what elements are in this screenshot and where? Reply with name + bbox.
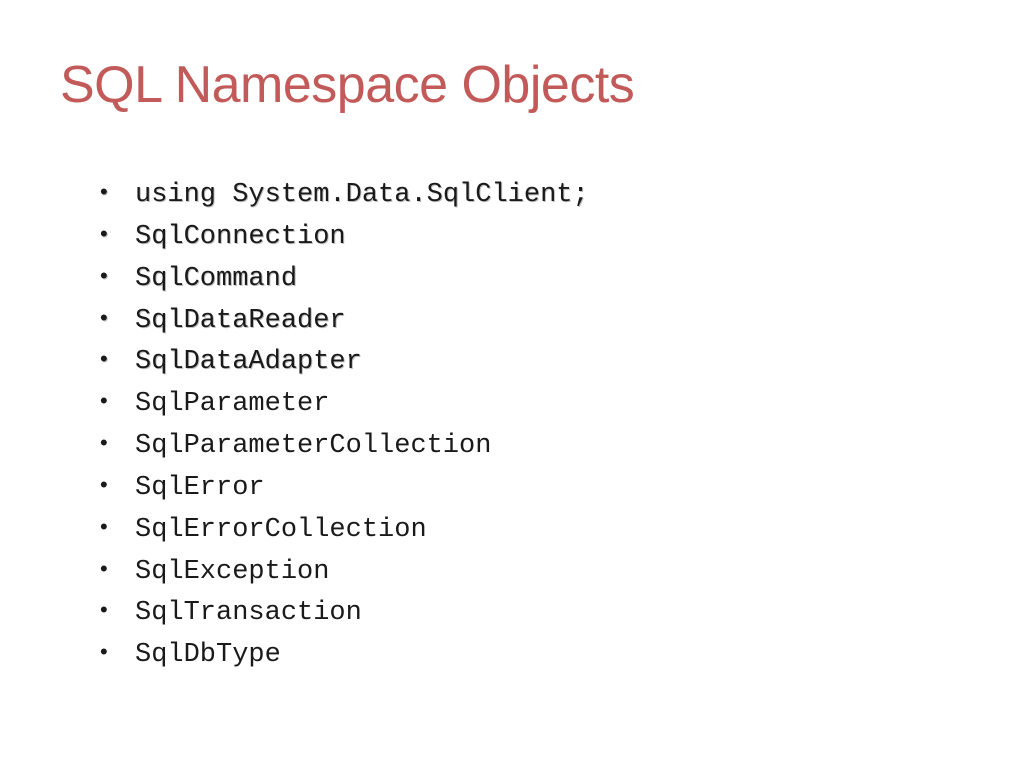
list-item: SqlConnection — [100, 217, 964, 259]
bullet-list: using System.Data.SqlClient; SqlConnecti… — [60, 175, 964, 677]
list-item: SqlDataReader — [100, 301, 964, 343]
list-item: SqlException — [100, 552, 964, 594]
slide: SQL Namespace Objects using System.Data.… — [0, 0, 1024, 768]
list-item: SqlError — [100, 468, 964, 510]
list-item: SqlTransaction — [100, 593, 964, 635]
list-item: SqlParameter — [100, 384, 964, 426]
list-item: using System.Data.SqlClient; — [100, 175, 964, 217]
list-item: SqlDbType — [100, 635, 964, 677]
list-item: SqlDataAdapter — [100, 342, 964, 384]
list-item: SqlErrorCollection — [100, 510, 964, 552]
list-item: SqlCommand — [100, 259, 964, 301]
slide-title: SQL Namespace Objects — [60, 55, 964, 115]
list-item: SqlParameterCollection — [100, 426, 964, 468]
